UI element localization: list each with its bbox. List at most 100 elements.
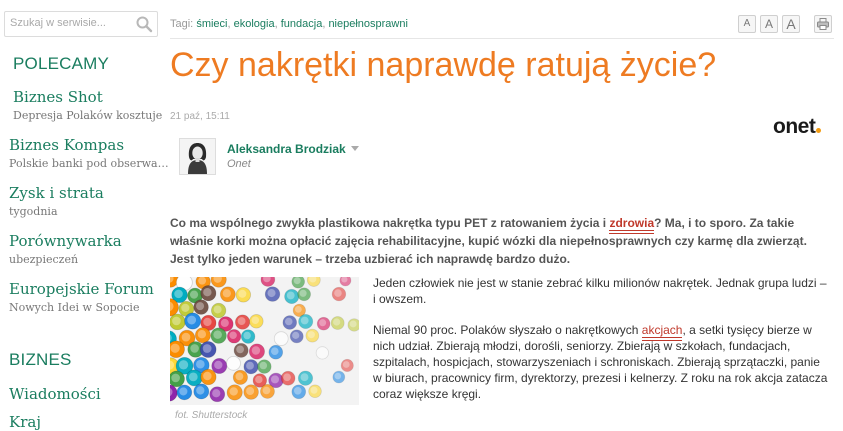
bottle-cap [219,286,236,303]
bottle-cap [226,356,241,371]
bottle-cap [297,370,314,386]
font-size-medium-button[interactable]: A [760,15,778,33]
sidebar-item-title[interactable]: Wiadomości [9,385,169,403]
bottle-cap [305,328,320,343]
bottle-cap [347,318,359,332]
chevron-down-icon[interactable] [350,146,359,151]
bottle-cap [170,340,185,359]
bottle-cap [199,341,217,358]
tag-link[interactable]: niepełnosprawni [328,18,408,30]
bottle-cap [249,314,264,329]
bottle-cap [340,358,354,373]
bottle-cap [268,344,284,360]
bottle-cap [273,331,289,346]
bottle-cap [200,368,217,386]
photo-caption: fot. Shutterstock [175,410,248,421]
bottle-cap [260,384,275,399]
bottle-cap [264,286,281,302]
tags-bar: Tagi: śmieci, ekologia, fundacja, niepeł… [170,15,834,39]
sidebar-item-subtitle[interactable]: Polskie banki pod obserwacją [9,156,169,172]
bottle-cap [331,286,347,302]
sidebar-item-title[interactable]: Biznes Shot [13,88,173,106]
section-heading-polecamy: POLECAMY [13,54,110,73]
bottle-cap [248,343,265,360]
bottle-cap [232,369,248,385]
article: Tagi: śmieci, ekologia, fundacja, niepeł… [170,0,838,421]
sidebar-item-title[interactable]: Europejskie Forum [9,280,169,298]
sidebar-item-subtitle[interactable]: tygodnia [9,204,169,220]
bottle-cap [289,329,304,344]
sidebar-item-biznes-kompas[interactable]: Biznes Kompas Polskie banki pod obserwac… [9,136,169,172]
onet-logo[interactable]: onet [773,115,822,139]
bottle-cap [291,277,305,289]
bottle-cap [240,329,256,344]
tag-link[interactable]: fundacja [281,18,323,30]
bottle-cap [226,384,243,401]
sidebar-item-kraj[interactable]: Kraj [9,413,169,431]
bottle-cap [235,287,252,303]
sidebar-item-zysk-i-strata[interactable]: Zysk i strata tygodnia [9,184,169,220]
bottle-cap [200,285,217,302]
lead-link-zdrowia[interactable]: zdrowia [609,216,655,231]
paragraph-text: Niemal 90 proc. Polaków słyszało o nakrę… [373,323,642,337]
search-input[interactable] [10,14,130,32]
bottle-cap [315,346,329,360]
body-link-akcjach[interactable]: akcjach [641,323,683,338]
bottle-cap [209,386,226,403]
tag-link[interactable]: śmieci [196,18,227,30]
sidebar-item-title[interactable]: Kraj [9,413,169,431]
section-heading-biznes: BIZNES [9,350,72,369]
article-lead: Co ma wspólnego zwykła plastikowa nakręt… [170,214,832,268]
article-date: 21 paź, 15:11 [170,111,230,122]
author-avatar[interactable] [179,138,216,175]
bottle-cap [316,316,331,331]
bottle-cap [282,315,298,330]
bottle-cap [234,314,251,330]
tags: Tagi: śmieci, ekologia, fundacja, niepeł… [170,18,408,30]
lead-text: Co ma wspólnego zwykła plastikowa nakręt… [170,216,610,230]
print-button[interactable] [814,15,832,33]
bottle-cap [233,342,249,358]
sidebar-item-title[interactable]: Zysk i strata [9,184,169,202]
font-size-large-button[interactable]: A [782,15,800,33]
sidebar-item-subtitle[interactable]: Depresja Polaków kosztuje [13,108,169,124]
sidebar-item-subtitle[interactable]: ubezpieczeń [9,252,169,268]
bottle-cap [170,370,185,388]
search-icon[interactable] [135,15,153,33]
bottle-cap [339,277,352,287]
sidebar-item-porownywarka[interactable]: Porównywarka ubezpieczeń [9,232,169,268]
bottle-cap [243,359,259,375]
bottle-cap [185,369,203,387]
bottle-cap [297,287,311,302]
sidebar-item-title[interactable]: Biznes Kompas [9,136,169,154]
bottle-cap [194,327,211,344]
bottle-cap [176,384,193,401]
bottle-cap [193,383,210,400]
article-title: Czy nakrętki naprawdę ratują życie? [170,46,717,84]
sidebar-item-wiadomosci[interactable]: Wiadomości [9,385,169,403]
bottle-cap [298,313,314,330]
sidebar-item-europejskie-forum[interactable]: Europejskie Forum Nowych Idei w Sopocie [9,280,169,316]
bottle-cap [306,277,321,287]
bottle-cap [332,370,346,384]
sidebar-item-subtitle[interactable]: Nowych Idei w Sopocie [9,300,169,316]
sidebar: POLECAMY Biznes Shot Depresja Polaków ko… [0,0,169,431]
bottle-cap [226,329,242,344]
onet-logo-text: onet [773,115,816,138]
font-size-small-button[interactable]: A [738,15,756,33]
onet-logo-dot [816,128,822,133]
bottle-cap [280,370,296,386]
author-name[interactable]: Aleksandra Brodziak [227,142,359,156]
bottle-cap [257,359,272,374]
search-box [4,11,158,37]
author-name-text[interactable]: Aleksandra Brodziak [227,142,346,156]
bottle-cap [308,384,322,399]
bottle-cap [193,299,209,315]
article-photo[interactable] [170,277,359,405]
sidebar-item-title[interactable]: Porównywarka [9,232,169,250]
printer-icon [817,18,829,30]
sidebar-item-biznes-shot[interactable]: Biznes Shot Depresja Polaków kosztuje [13,88,173,124]
author-source: Onet [227,158,251,170]
article-body: Jeden człowiek nie jest w stanie zebrać … [373,275,828,417]
tag-link[interactable]: ekologia [234,18,275,30]
